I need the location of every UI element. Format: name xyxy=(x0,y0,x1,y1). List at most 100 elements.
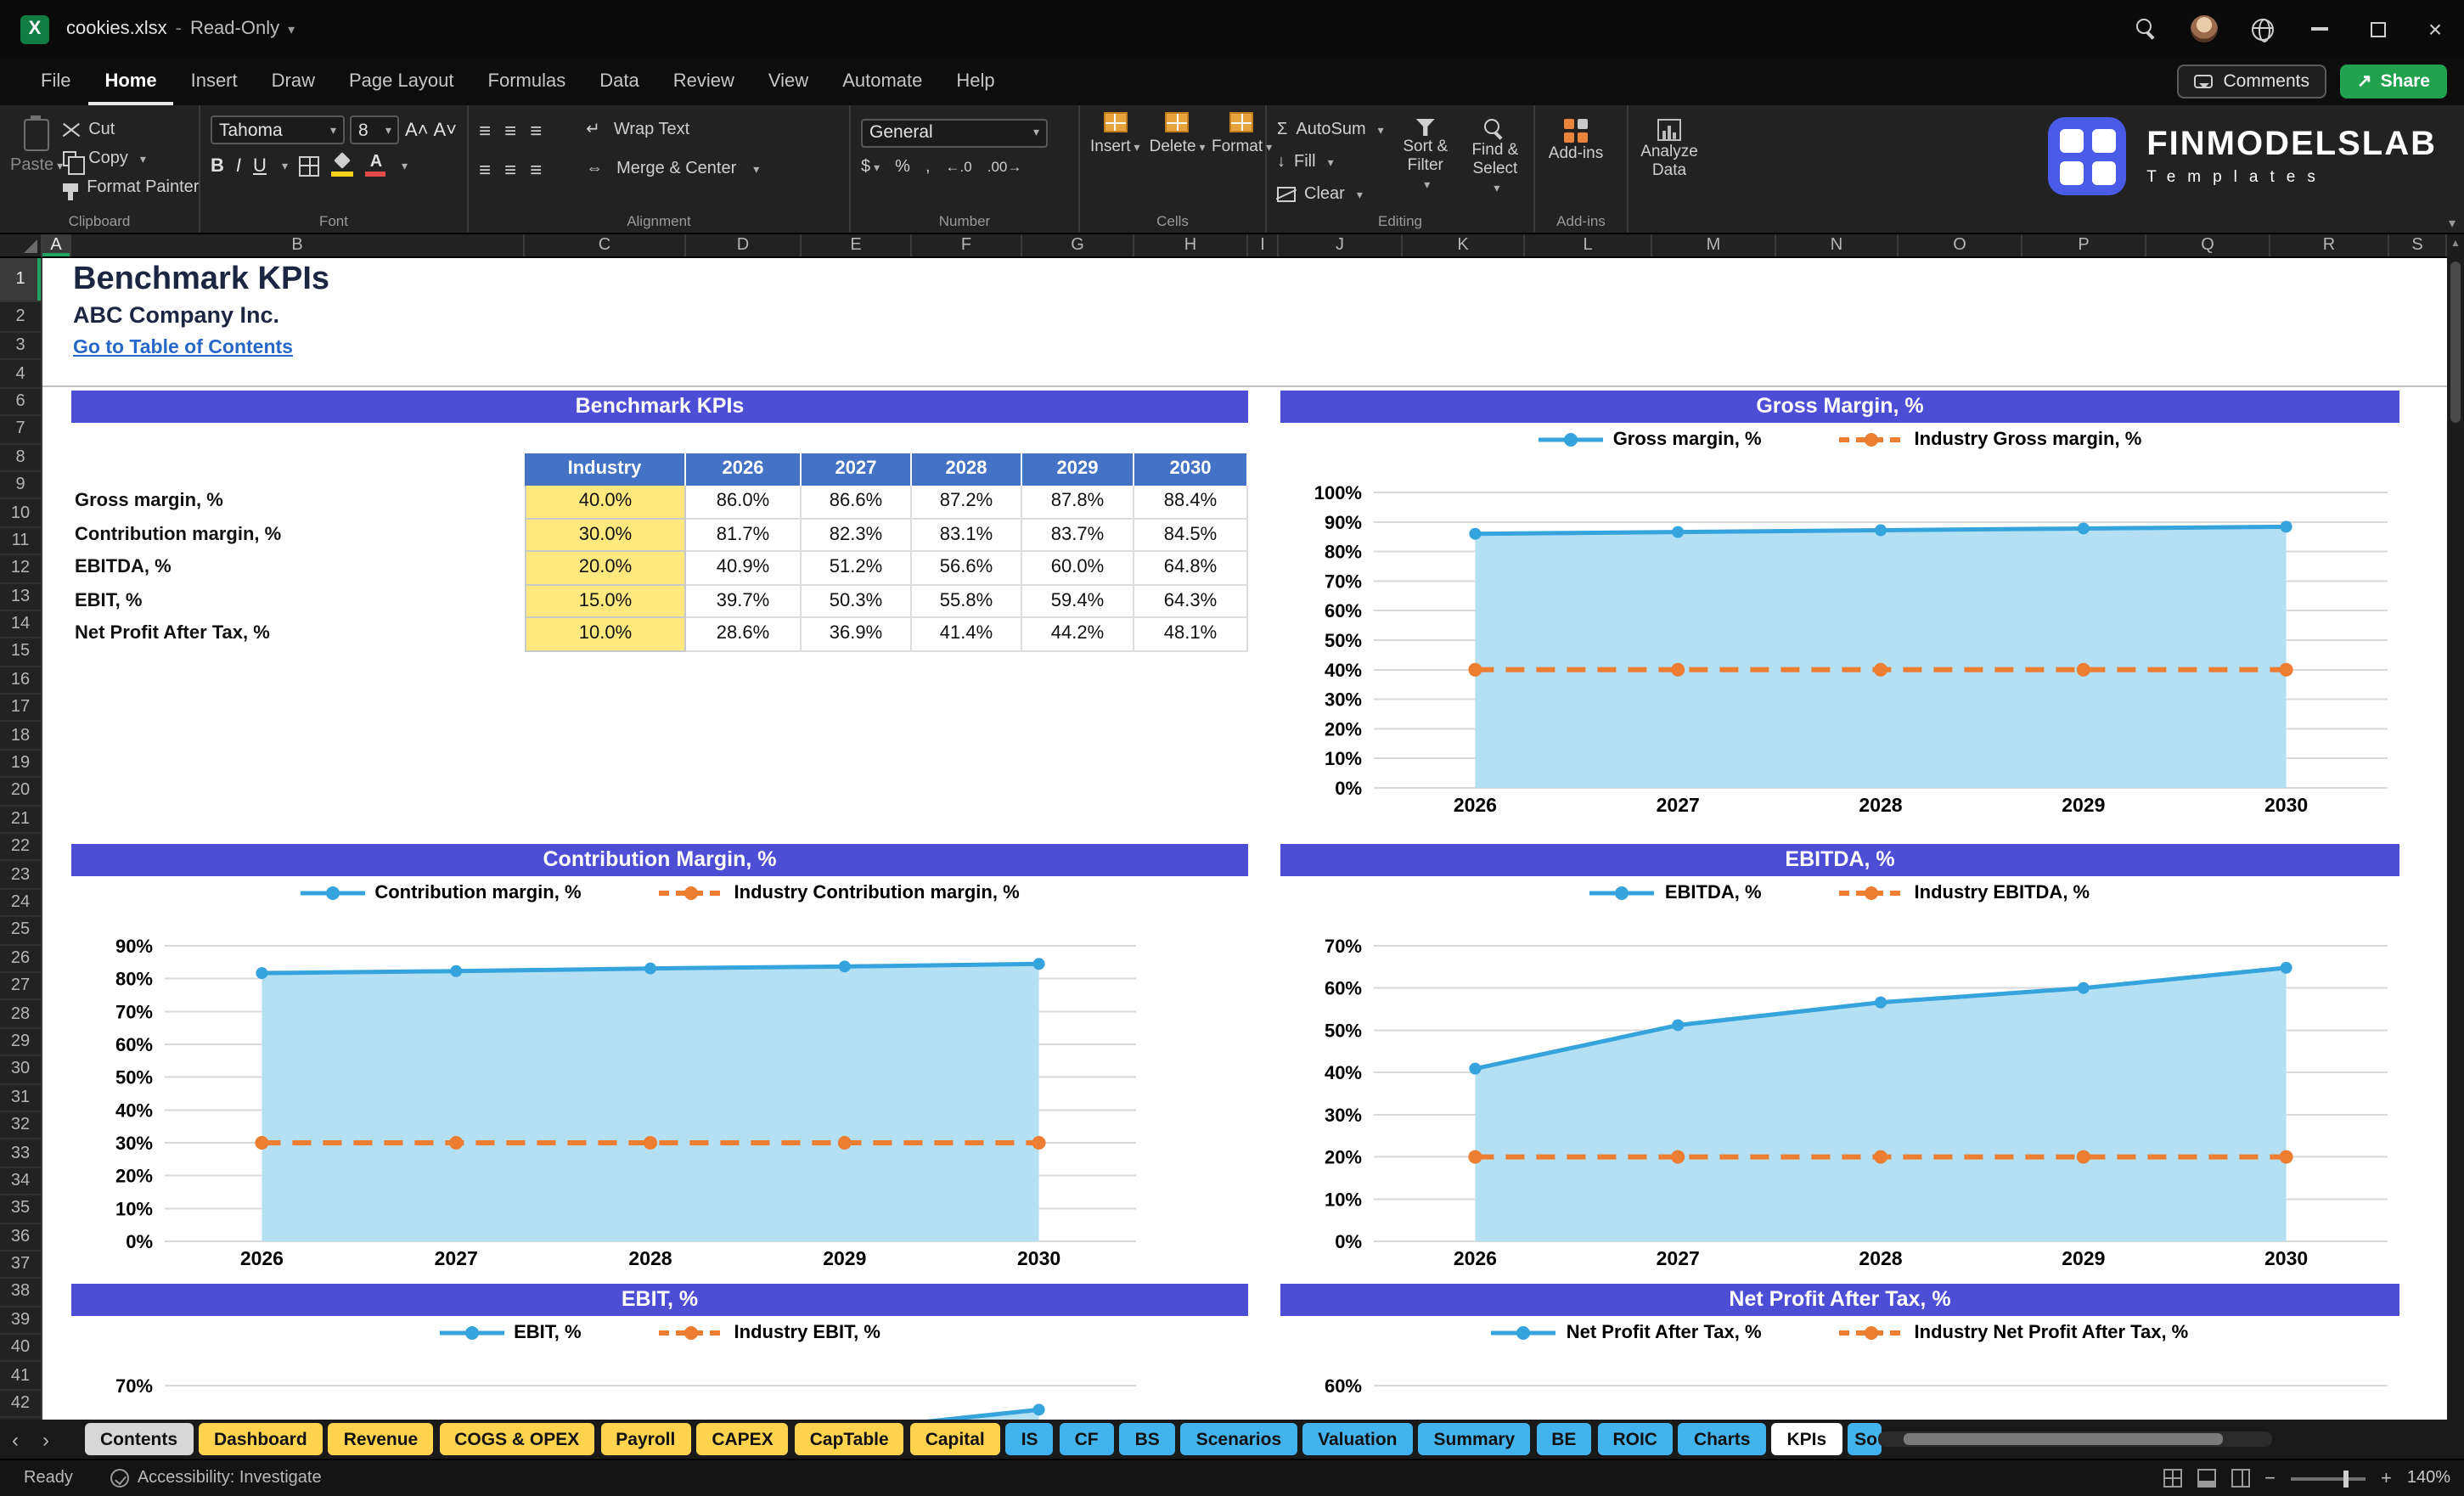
select-all-corner[interactable] xyxy=(0,234,42,258)
sheet-tab-roic[interactable]: ROIC xyxy=(1597,1423,1673,1455)
percent-button[interactable]: % xyxy=(895,157,910,176)
font-color-button[interactable]: A xyxy=(365,154,386,177)
share-button[interactable]: ↗ Share xyxy=(2340,65,2447,98)
column-header-R[interactable]: R xyxy=(2270,234,2389,256)
column-header-E[interactable]: E xyxy=(802,234,912,256)
column-header-F[interactable]: F xyxy=(912,234,1022,256)
zoom-in-button[interactable]: + xyxy=(2381,1468,2392,1488)
row-header-14[interactable]: 14 xyxy=(0,611,41,639)
sheet-tab-cf[interactable]: CF xyxy=(1059,1423,1114,1455)
toc-link[interactable]: Go to Table of Contents xyxy=(73,338,293,358)
search-button[interactable] xyxy=(2118,0,2175,58)
column-header-Q[interactable]: Q xyxy=(2146,234,2270,256)
menu-automate[interactable]: Automate xyxy=(825,58,939,105)
accessibility-status[interactable]: Accessibility: Investigate xyxy=(110,1469,322,1488)
align-center-button[interactable]: ≡ xyxy=(504,159,516,179)
column-header-L[interactable]: L xyxy=(1525,234,1652,256)
underline-chevron-icon[interactable]: ▾ xyxy=(282,159,288,172)
minimize-button[interactable] xyxy=(2291,0,2349,58)
sheet-tab-bs[interactable]: BS xyxy=(1119,1423,1175,1455)
column-header-I[interactable]: I xyxy=(1248,234,1279,256)
menu-formulas[interactable]: Formulas xyxy=(471,58,583,105)
zoom-out-button[interactable]: − xyxy=(2264,1468,2276,1488)
sheet-tab-captable[interactable]: CapTable xyxy=(794,1423,904,1455)
decrease-font-button[interactable]: A˅ xyxy=(433,120,457,140)
fill-button[interactable]: ↓ Fill ▾ xyxy=(1277,148,1384,177)
row-header-32[interactable]: 32 xyxy=(0,1112,41,1140)
sheet-tab-scenarios[interactable]: Scenarios xyxy=(1180,1423,1297,1455)
align-middle-button[interactable]: ≡ xyxy=(504,120,516,140)
column-header-B[interactable]: B xyxy=(71,234,525,256)
page-break-view-button[interactable] xyxy=(2231,1469,2250,1488)
row-header-26[interactable]: 26 xyxy=(0,945,41,973)
column-header-P[interactable]: P xyxy=(2022,234,2146,256)
row-header-31[interactable]: 31 xyxy=(0,1084,41,1112)
row-header-37[interactable]: 37 xyxy=(0,1251,41,1279)
vertical-scrollbar[interactable]: ▲ xyxy=(2447,234,2464,1420)
align-top-button[interactable]: ≡ xyxy=(479,120,491,140)
row-header-8[interactable]: 8 xyxy=(0,444,41,472)
bold-button[interactable]: B xyxy=(211,155,224,176)
row-header-13[interactable]: 13 xyxy=(0,583,41,611)
menu-view[interactable]: View xyxy=(751,58,825,105)
sheet-tab-payroll[interactable]: Payroll xyxy=(600,1423,691,1455)
row-header-25[interactable]: 25 xyxy=(0,917,41,946)
currency-button[interactable]: $ ▾ xyxy=(861,157,880,176)
column-header-N[interactable]: N xyxy=(1776,234,1899,256)
sheet-tab-be[interactable]: BE xyxy=(1536,1423,1592,1455)
row-header-21[interactable]: 21 xyxy=(0,806,41,835)
network-button[interactable] xyxy=(2233,0,2291,58)
row-header-24[interactable]: 24 xyxy=(0,890,41,918)
column-header-H[interactable]: H xyxy=(1134,234,1248,256)
column-header-K[interactable]: K xyxy=(1403,234,1525,256)
horizontal-scrollbar[interactable] xyxy=(1878,1431,2272,1447)
addins-button[interactable]: Add-ins xyxy=(1545,115,1606,165)
borders-button[interactable] xyxy=(299,155,320,176)
column-headers[interactable]: ABCDEFGHIJKLMNOPQRS xyxy=(42,234,2447,258)
sheet-tab-dashboard[interactable]: Dashboard xyxy=(199,1423,323,1455)
column-header-G[interactable]: G xyxy=(1022,234,1134,256)
row-header-9[interactable]: 9 xyxy=(0,472,41,500)
row-header-38[interactable]: 38 xyxy=(0,1279,41,1308)
row-header-2[interactable]: 2 xyxy=(0,302,41,333)
vertical-scroll-thumb[interactable] xyxy=(2450,262,2461,423)
menu-draw[interactable]: Draw xyxy=(255,58,332,105)
align-left-button[interactable]: ≡ xyxy=(479,159,491,179)
find-select-button[interactable]: Find & Select ▾ xyxy=(1467,115,1523,209)
sheet-tab-cogs-opex[interactable]: COGS & OPEX xyxy=(439,1423,595,1455)
column-header-A[interactable]: A xyxy=(42,234,71,256)
sheet-tab-so[interactable]: So xyxy=(1848,1423,1882,1455)
font-size-select[interactable]: 8 ▾ xyxy=(350,115,400,144)
sheet-tab-is[interactable]: IS xyxy=(1005,1423,1054,1455)
row-header-22[interactable]: 22 xyxy=(0,834,41,862)
row-header-17[interactable]: 17 xyxy=(0,695,41,723)
zoom-slider-thumb[interactable] xyxy=(2343,1470,2349,1487)
row-header-41[interactable]: 41 xyxy=(0,1363,41,1391)
menu-insert[interactable]: Insert xyxy=(174,58,255,105)
column-header-S[interactable]: S xyxy=(2389,234,2447,256)
tab-scroll-right-icon[interactable]: › xyxy=(31,1427,61,1451)
format-painter-button[interactable]: Format Painter xyxy=(63,173,199,202)
row-header-40[interactable]: 40 xyxy=(0,1335,41,1363)
menu-page-layout[interactable]: Page Layout xyxy=(332,58,471,105)
column-header-C[interactable]: C xyxy=(525,234,686,256)
row-header-30[interactable]: 30 xyxy=(0,1056,41,1085)
row-header-11[interactable]: 11 xyxy=(0,527,41,556)
fill-color-button[interactable] xyxy=(331,155,354,177)
align-bottom-button[interactable]: ≡ xyxy=(530,120,542,140)
font-name-select[interactable]: Tahoma ▾ xyxy=(211,115,345,144)
sheet-tab-valuation[interactable]: Valuation xyxy=(1302,1423,1413,1455)
zoom-level[interactable]: 140% xyxy=(2407,1469,2450,1488)
sort-filter-button[interactable]: Sort & Filter ▾ xyxy=(1398,115,1454,209)
number-format-select[interactable]: General ▾ xyxy=(861,118,1048,147)
maximize-button[interactable] xyxy=(2349,0,2406,58)
clear-button[interactable]: Clear ▾ xyxy=(1277,180,1384,209)
row-header-20[interactable]: 20 xyxy=(0,779,41,807)
sheet-tab-kpis[interactable]: KPIs xyxy=(1771,1423,1842,1455)
paste-button[interactable]: Paste ▾ xyxy=(10,115,63,209)
merge-center-button[interactable]: Merge & Center xyxy=(616,160,736,178)
row-header-12[interactable]: 12 xyxy=(0,555,41,584)
sheet-canvas[interactable]: Benchmark KPIs ABC Company Inc. Go to Ta… xyxy=(42,258,2447,1420)
row-header-35[interactable]: 35 xyxy=(0,1195,41,1223)
row-header-1[interactable]: 1 xyxy=(0,258,41,302)
